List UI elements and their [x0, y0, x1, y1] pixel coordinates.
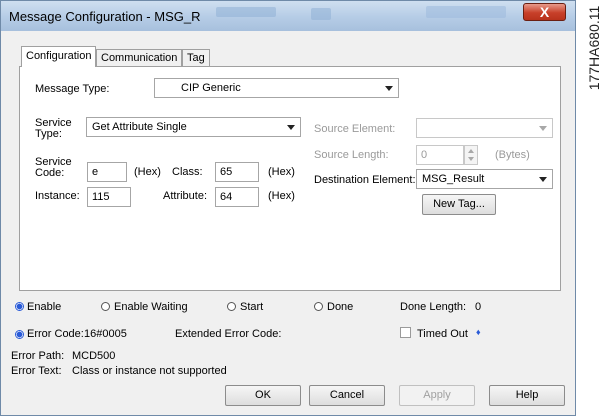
close-button[interactable]: X: [523, 3, 566, 21]
extended-error-code-label: Extended Error Code:: [175, 328, 282, 340]
start-label: Start: [240, 301, 264, 313]
error-path-value: MCD500: [72, 350, 116, 362]
chevron-down-icon: [287, 125, 295, 130]
new-tag-button[interactable]: New Tag...: [422, 194, 496, 215]
service-type-select[interactable]: Get Attribute Single: [86, 117, 301, 137]
enable-waiting-label: Enable Waiting: [114, 301, 188, 313]
service-code-input[interactable]: e: [87, 162, 127, 182]
service-code-unit: (Hex): [134, 166, 161, 178]
service-type-label: Service Type:: [35, 117, 72, 140]
help-button[interactable]: Help: [489, 385, 565, 406]
class-unit: (Hex): [268, 166, 295, 178]
destination-element-label: Destination Element:: [314, 174, 416, 186]
message-type-label: Message Type:: [35, 83, 110, 95]
enable-label: Enable: [27, 301, 62, 313]
title-bar[interactable]: Message Configuration - MSG_R X: [1, 1, 575, 31]
enable-indicator: [15, 302, 24, 311]
spin-up-icon: [468, 149, 474, 153]
tab-communication[interactable]: Communication: [96, 49, 183, 66]
start-indicator: [227, 302, 236, 311]
titlebar-blur-patch: [311, 8, 331, 20]
message-configuration-window: Message Configuration - MSG_R X Configur…: [0, 0, 576, 416]
window-title: Message Configuration - MSG_R: [9, 9, 201, 24]
error-text-value: Class or instance not supported: [72, 365, 227, 377]
error-code-value: 16#0005: [84, 328, 127, 340]
chevron-down-icon: [539, 126, 547, 131]
service-code-label: Service Code:: [35, 156, 72, 179]
document-reference-code: 177HA680.11: [582, 2, 606, 94]
tab-tag[interactable]: Tag: [182, 49, 210, 66]
service-type-value: Get Attribute Single: [92, 121, 187, 133]
done-label: Done: [327, 301, 354, 313]
attribute-label: Attribute:: [163, 190, 208, 202]
spin-down-icon: [468, 157, 474, 161]
titlebar-blur-patch: [426, 6, 506, 18]
error-text-label: Error Text:: [11, 365, 62, 377]
class-label: Class:: [172, 166, 203, 178]
ok-button[interactable]: OK: [225, 385, 301, 406]
source-length-label: Source Length:: [314, 149, 389, 161]
class-input[interactable]: 65: [215, 162, 259, 182]
source-length-unit: (Bytes): [495, 149, 530, 161]
error-code-label: Error Code:: [27, 328, 84, 340]
tab-configuration[interactable]: Configuration: [21, 46, 97, 67]
configuration-panel: Message Type: CIP Generic Service Type: …: [19, 66, 561, 291]
source-element-select[interactable]: [416, 118, 553, 138]
timed-out-checkbox: [400, 327, 411, 338]
apply-button[interactable]: Apply: [399, 385, 475, 406]
reference-code-text: 177HA680.11: [586, 5, 602, 91]
chevron-down-icon: [385, 86, 393, 91]
timed-out-label: Timed Out: [417, 328, 468, 340]
attribute-unit: (Hex): [268, 190, 295, 202]
message-type-value: CIP Generic: [181, 82, 241, 94]
done-length-label: Done Length:: [400, 301, 467, 313]
done-indicator: [314, 302, 323, 311]
instance-input[interactable]: 115: [87, 187, 131, 207]
destination-element-value: MSG_Result: [422, 173, 485, 185]
timed-out-marker: ♦: [476, 327, 481, 337]
titlebar-blur-patch: [216, 7, 276, 17]
chevron-down-icon: [539, 177, 547, 182]
enable-waiting-indicator: [101, 302, 110, 311]
source-element-label: Source Element:: [314, 123, 396, 135]
destination-element-select[interactable]: MSG_Result: [416, 169, 553, 189]
instance-label: Instance:: [35, 190, 80, 202]
message-type-select[interactable]: CIP Generic: [154, 78, 399, 98]
source-length-spinner[interactable]: [464, 145, 478, 165]
attribute-input[interactable]: 64: [215, 187, 259, 207]
cancel-button[interactable]: Cancel: [309, 385, 385, 406]
done-length-value: 0: [475, 301, 482, 313]
source-length-input[interactable]: 0: [416, 145, 464, 165]
error-path-label: Error Path:: [11, 350, 65, 362]
error-code-indicator: [15, 330, 24, 339]
